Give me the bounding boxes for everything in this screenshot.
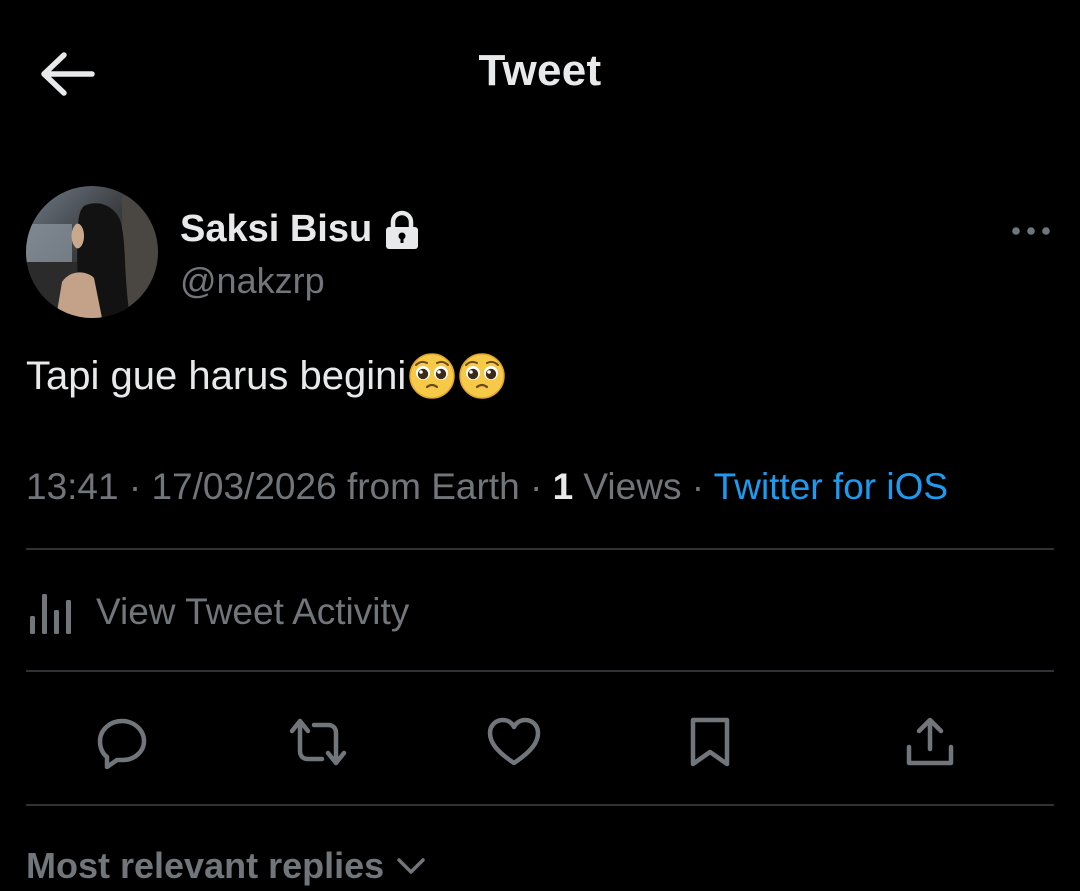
meta-separator: · bbox=[519, 466, 553, 507]
avatar-photo bbox=[26, 186, 158, 318]
bookmark-button[interactable] bbox=[678, 710, 742, 774]
page-title: Tweet bbox=[478, 46, 602, 95]
lock-icon bbox=[386, 210, 419, 249]
share-icon bbox=[906, 717, 954, 766]
display-name[interactable]: Saksi Bisu bbox=[180, 208, 372, 251]
views-label: Views bbox=[573, 466, 682, 507]
meta-separator: · bbox=[118, 466, 152, 507]
view-tweet-activity-button[interactable]: View Tweet Activity bbox=[26, 560, 1054, 664]
share-button[interactable] bbox=[898, 710, 962, 774]
pleading-face-icon bbox=[409, 353, 456, 399]
avatar[interactable] bbox=[26, 186, 158, 318]
more-options-button[interactable] bbox=[1006, 206, 1056, 256]
pleading-face-icon bbox=[459, 353, 506, 399]
tweet-author: Saksi Bisu @nakzrp bbox=[26, 186, 1056, 320]
user-handle[interactable]: @nakzrp bbox=[180, 260, 325, 302]
display-name-row: Saksi Bisu bbox=[180, 208, 420, 251]
tweet-text: Tapi gue harus begini bbox=[26, 352, 506, 400]
reply-button[interactable] bbox=[90, 710, 154, 774]
meta-separator: · bbox=[681, 466, 714, 507]
tweet-text-body: Tapi gue harus begini bbox=[26, 353, 407, 398]
tweet-date-location[interactable]: 17/03/2026 from Earth bbox=[151, 466, 519, 507]
replies-sort-dropdown[interactable]: Most relevant replies bbox=[26, 845, 426, 887]
replies-sort-label: Most relevant replies bbox=[26, 845, 385, 886]
bar-chart-icon bbox=[30, 594, 71, 634]
divider bbox=[26, 804, 1054, 806]
top-bar: Tweet bbox=[0, 0, 1080, 145]
like-button[interactable] bbox=[482, 710, 546, 774]
chevron-down-icon bbox=[397, 858, 425, 874]
retweet-icon bbox=[289, 718, 347, 766]
tweet-time[interactable]: 13:41 bbox=[26, 466, 119, 507]
emoji-group bbox=[408, 352, 506, 400]
heart-icon bbox=[487, 717, 541, 766]
divider bbox=[26, 548, 1054, 550]
bookmark-icon bbox=[690, 717, 730, 767]
tweet-meta: 13:41 · 17/03/2026 from Earth · 1 Views … bbox=[26, 466, 948, 508]
more-horizontal-icon bbox=[1012, 227, 1050, 235]
action-bar bbox=[26, 686, 1054, 796]
divider bbox=[26, 670, 1054, 672]
views-count: 1 bbox=[552, 466, 574, 507]
view-tweet-activity-label: View Tweet Activity bbox=[96, 591, 410, 632]
retweet-button[interactable] bbox=[286, 710, 350, 774]
source-link[interactable]: Twitter for iOS bbox=[714, 466, 948, 507]
reply-icon bbox=[97, 718, 147, 769]
